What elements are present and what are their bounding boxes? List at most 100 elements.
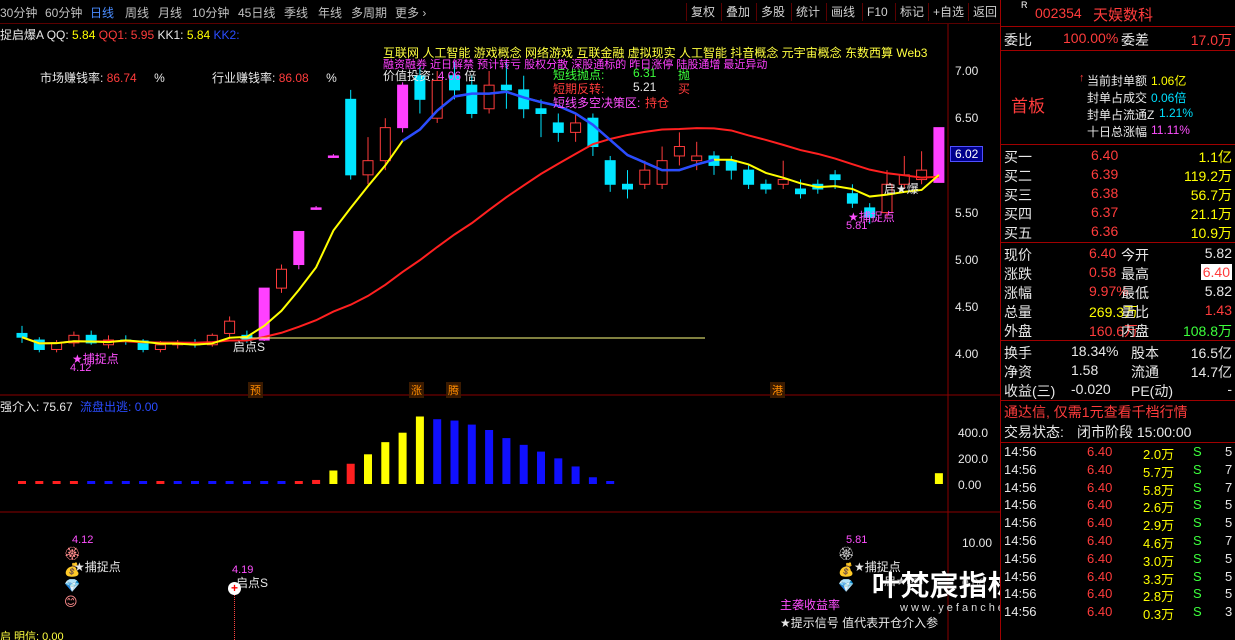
bid-price: 6.37 [1091, 204, 1119, 220]
bid-row[interactable]: 买四 6.37 21.1万 [1001, 204, 1235, 223]
bid-row[interactable]: 买一 6.40 1.1亿 [1001, 147, 1235, 166]
promo-row[interactable]: 通达信, 仅需1元查看千档行情 [1001, 402, 1235, 421]
weicha-value: 17.0万 [1190, 32, 1232, 48]
promo-text[interactable]: 通达信, 仅需1元查看千档行情 [1004, 402, 1188, 422]
stat2-label-2: 流通 [1131, 364, 1159, 380]
mark-button[interactable]: 标记 [895, 3, 928, 21]
candle-body [673, 146, 685, 157]
tick-volume: 2.8万 [1143, 589, 1175, 605]
kk1-label: KK1: [157, 28, 184, 42]
candle-body [293, 230, 305, 266]
tick-count: 5 [1225, 515, 1233, 531]
stat-label-1: 涨幅 [1004, 285, 1032, 301]
tick-price: 6.40 [1087, 586, 1113, 602]
bid-price: 6.36 [1091, 223, 1119, 239]
adjust-button[interactable]: 复权 [686, 3, 719, 21]
period-daily[interactable]: 日线 [90, 4, 114, 21]
flow-bar [225, 481, 234, 484]
ten-day-row: 十日总涨幅 11.11% [1001, 123, 1235, 142]
period-30min[interactable]: 30分钟 [0, 4, 37, 21]
period-more[interactable]: 更多 › [395, 4, 426, 21]
tick-volume: 3.0万 [1143, 553, 1175, 569]
period-monthly[interactable]: 月线 [158, 4, 182, 21]
bid-row[interactable]: 买五 6.36 10.9万 [1001, 223, 1235, 242]
catch-point-left-val: 4.12 [70, 362, 92, 374]
r-badge: R [1021, 0, 1028, 10]
flow-bar [934, 473, 943, 484]
candle-body [535, 108, 547, 114]
flow-bar [519, 444, 528, 484]
tick-row[interactable]: 14:56 6.40 2.8万 S 5 [1001, 586, 1235, 605]
tick-row[interactable]: 14:56 6.40 2.6万 S 5 [1001, 497, 1235, 516]
statistics-button[interactable]: 统计 [791, 3, 824, 21]
tick-row[interactable]: 14:56 6.40 3.0万 S 5 [1001, 551, 1235, 569]
stock-title: R 002354 天娱数科 [1001, 0, 1235, 24]
stat2-row: 换手 18.34% 股本 16.5亿 [1001, 343, 1235, 362]
signal-sell-value: 6.31 [633, 66, 657, 80]
back-button[interactable]: 返回 [968, 3, 1001, 21]
stat-label-2: 今开 [1121, 247, 1149, 263]
flow-bar [121, 481, 130, 484]
draw-line-button[interactable]: 画线 [826, 3, 859, 21]
tick-row[interactable]: 14:56 6.40 0.3万 S 3 [1001, 604, 1235, 622]
price-axis-current: 6.02 [950, 146, 984, 162]
tick-row[interactable]: 14:56 6.40 2.0万 S 5 [1001, 444, 1235, 462]
bottom-right-val: 5.81 [846, 534, 868, 546]
period-multi[interactable]: 多周期 [351, 4, 387, 21]
vol-axis-200: 200.0 [958, 452, 989, 466]
period-10min[interactable]: 10分钟 [192, 4, 229, 21]
flow-bar [69, 481, 78, 484]
bid-label: 买五 [1004, 225, 1032, 241]
bid-row[interactable]: 买二 6.39 119.2万 [1001, 166, 1235, 185]
period-60min[interactable]: 60分钟 [45, 4, 82, 21]
add-favorite-button[interactable]: +自选 [928, 3, 968, 21]
candle-body [777, 179, 789, 185]
multi-stock-button[interactable]: 多股 [756, 3, 789, 21]
period-yearly[interactable]: 年线 [318, 4, 342, 21]
vol-axis-0: 0.00 [958, 478, 982, 492]
chart-area[interactable]: 捉启爆A QQ: 5.84 QQ1: 5.95 KK1: 5.84 KK2: 市… [0, 24, 1103, 640]
overlay-button[interactable]: 叠加 [721, 3, 754, 21]
tick-row[interactable]: 14:56 6.40 4.6万 S 7 [1001, 533, 1235, 551]
main-profit-label: 主袭收益率 [780, 598, 841, 612]
period-quarterly[interactable]: 季线 [284, 4, 308, 21]
bid-row[interactable]: 买三 6.38 56.7万 [1001, 185, 1235, 204]
indicator-name: 捉启爆A [0, 28, 44, 42]
strong-entry: 强介入: 75.67 [0, 400, 73, 414]
stat2-label-2: 股本 [1131, 345, 1159, 361]
stat2-value-2: 14.7亿 [1190, 364, 1232, 380]
tick-price: 6.40 [1087, 533, 1113, 548]
stat2-label-1: 净资 [1004, 364, 1032, 380]
tick-price: 6.40 [1087, 461, 1113, 477]
tick-volume: 2.6万 [1143, 500, 1175, 516]
stat-row: 总量 269.3万 量比 1.43 [1001, 302, 1235, 321]
bid-label: 买四 [1004, 206, 1032, 222]
footer-label: 启 明信: 0.00 [0, 631, 64, 640]
flow-bar [242, 481, 251, 484]
weibi-label: 委比 [1004, 32, 1032, 48]
bid-price: 6.39 [1091, 166, 1119, 182]
flow-bar [312, 479, 321, 484]
signal-decision-value: 持仓 [645, 96, 670, 110]
stat2-value-2: - [1227, 381, 1232, 397]
stat-value-1: 0.58 [1089, 264, 1117, 280]
tick-row[interactable]: 14:56 6.40 5.8万 S 7 [1001, 479, 1235, 498]
stat-value-2: 108.8万 [1182, 323, 1232, 339]
coin-stack-icon-right: 🏵 💰 💎 [838, 546, 855, 593]
tick-row[interactable]: 14:56 6.40 2.9万 S 5 [1001, 515, 1235, 533]
flow-bar [502, 438, 511, 484]
tick-row[interactable]: 14:56 6.40 3.3万 S 5 [1001, 568, 1235, 587]
market-label: 市场赚钱率: [40, 71, 104, 85]
tick-time: 14:56 [1004, 497, 1037, 513]
period-45day[interactable]: 45日线 [238, 4, 275, 21]
signal-reversal-value: 5.21 [633, 80, 657, 94]
f10-button[interactable]: F10 [862, 3, 892, 21]
stat2-value-2: 16.5亿 [1190, 345, 1232, 361]
period-weekly[interactable]: 周线 [125, 4, 149, 21]
tick-count: 7 [1225, 479, 1233, 495]
tick-row[interactable]: 14:56 6.40 5.7万 S 7 [1001, 461, 1235, 480]
tick-bs: S [1193, 568, 1202, 584]
qq-value: 5.84 [72, 28, 96, 42]
tick-time: 14:56 [1004, 461, 1037, 477]
flow-bar [191, 481, 199, 484]
